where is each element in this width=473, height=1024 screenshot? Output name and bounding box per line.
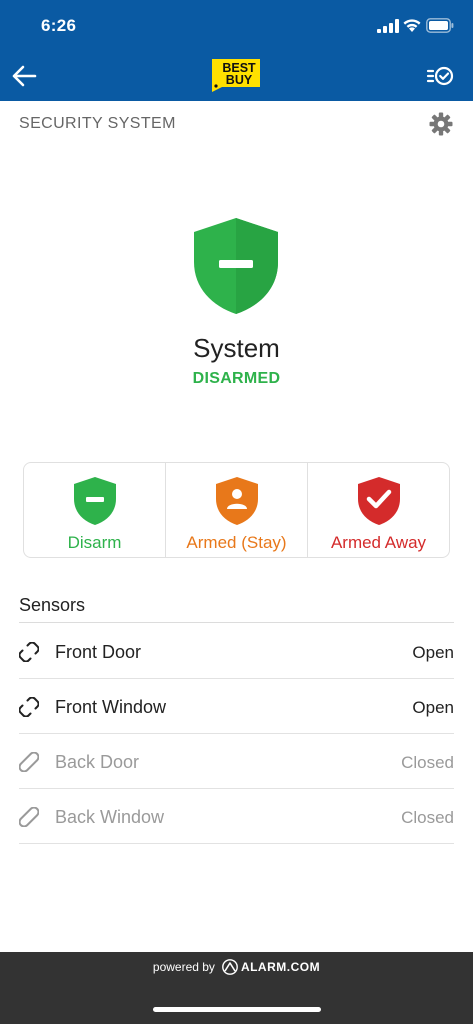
sensor-name: Back Window (55, 807, 165, 827)
footer: powered by ALARM.COM (0, 952, 473, 1024)
sensor-name: Back Door (55, 752, 140, 772)
svg-text:BUY: BUY (226, 73, 253, 87)
gear-icon (429, 112, 453, 136)
settings-button[interactable] (428, 111, 454, 137)
provider-name: ALARM.COM (240, 960, 321, 974)
section-header: SECURITY SYSTEM (0, 101, 473, 147)
shield-person-icon (215, 477, 258, 525)
powered-by: powered by ALARM.COM (0, 959, 473, 975)
shield-minus-icon (73, 477, 116, 525)
arrow-left-icon (12, 65, 37, 87)
sensors-heading: Sensors (19, 595, 86, 615)
sensor-name: Front Window (55, 697, 167, 717)
powered-by-label: powered by (152, 960, 215, 974)
status-bar: 6:26 (0, 0, 473, 52)
divider (19, 622, 454, 623)
sensor-state: Closed (401, 753, 454, 772)
back-button[interactable] (8, 60, 40, 92)
home-indicator[interactable] (153, 1007, 321, 1012)
shield-check-icon (357, 477, 400, 525)
armed-away-button[interactable]: Armed Away (307, 463, 449, 557)
disarm-button[interactable]: Disarm (24, 463, 165, 557)
nav-bar: BEST BUY (0, 52, 473, 101)
sensor-state: Open (412, 698, 454, 717)
sensor-name: Front Door (55, 642, 142, 662)
section-title: SECURITY SYSTEM (19, 115, 176, 132)
battery-icon (426, 18, 454, 33)
arming-panel: Disarm Armed (Stay) Armed Away (23, 462, 450, 558)
sensor-closed-icon (19, 752, 39, 772)
armed-stay-label: Armed (Stay) (186, 533, 287, 552)
sensor-open-icon (19, 697, 39, 717)
cellular-signal-icon (377, 19, 399, 33)
armed-away-label: Armed Away (330, 533, 427, 552)
sensor-row-front-door[interactable]: Front Door Open (19, 624, 454, 679)
best-buy-logo: BEST BUY (212, 59, 260, 92)
list-check-icon (426, 66, 454, 86)
sensor-state: Open (412, 643, 454, 662)
app-header: 6:26 BEST BUY (0, 0, 473, 101)
wifi-icon (403, 19, 421, 32)
sensor-row-back-door[interactable]: Back Door Closed (19, 734, 454, 789)
sensor-row-front-window[interactable]: Front Window Open (19, 679, 454, 734)
alarm-com-mark-icon (222, 959, 238, 975)
sensor-row-back-window[interactable]: Back Window Closed (19, 789, 454, 844)
sensor-state: Closed (401, 808, 454, 827)
activity-list-button[interactable] (424, 60, 456, 92)
disarm-label: Disarm (67, 533, 122, 552)
system-name: System (193, 333, 280, 363)
armed-stay-button[interactable]: Armed (Stay) (165, 463, 307, 557)
sensor-open-icon (19, 642, 39, 662)
alarm-com-logo: ALARM.COM (221, 959, 320, 975)
sensor-closed-icon (19, 807, 39, 827)
status-time: 6:26 (41, 16, 77, 35)
system-status-shield-icon (194, 218, 278, 314)
system-state: DISARMED (192, 370, 281, 387)
